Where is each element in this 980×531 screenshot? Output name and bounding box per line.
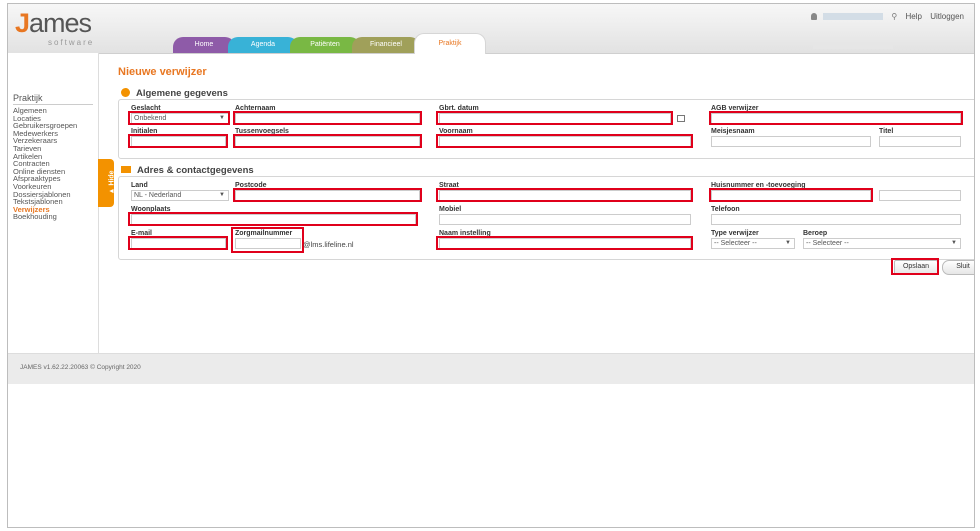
beroep-select[interactable]: -- Selecteer -- ▼ <box>803 238 961 249</box>
footer-copyright: JAMES v1.62.22.20063 © Copyright 2020 <box>20 364 141 371</box>
highlight-email <box>128 236 228 250</box>
titel-label: Titel <box>879 128 894 135</box>
type-verwijzer-select[interactable]: -- Selecteer -- ▼ <box>711 238 795 249</box>
highlight-geslacht <box>128 111 230 125</box>
highlight-postcode <box>233 188 422 202</box>
gear-icon <box>121 88 130 97</box>
user-bar: ⚲ Help Uitloggen <box>805 12 964 21</box>
logo-j: J <box>15 8 30 38</box>
envelope-icon <box>121 166 131 173</box>
mobiel-label: Mobiel <box>439 206 462 213</box>
land-label: Land <box>131 182 148 189</box>
titel-field[interactable] <box>879 136 961 147</box>
sidebar: Praktijk Algemeen Locaties Gebruikersgro… <box>8 53 99 353</box>
mobiel-field[interactable] <box>439 214 691 225</box>
highlight-tussenvoegsels <box>233 134 422 148</box>
hide-label: ▲ Hide <box>108 170 116 195</box>
chevron-down-icon: ▼ <box>785 240 791 246</box>
highlight-agb <box>709 111 963 125</box>
tab-patienten[interactable]: Patiënten <box>290 37 360 53</box>
meisjesnaam-field[interactable] <box>711 136 871 147</box>
zorgmail-suffix: @lms.lifeline.nl <box>303 240 354 249</box>
sidebar-item-boekhouding[interactable]: Boekhouding <box>13 213 77 221</box>
chevron-down-icon: ▼ <box>951 240 957 246</box>
main-content: Nieuwe verwijzer Algemene gegevens Gesla… <box>116 53 974 353</box>
tab-agenda[interactable]: Agenda <box>228 37 298 53</box>
chevron-down-icon: ▼ <box>219 192 225 198</box>
header: James software Home Agenda Patiënten Fin… <box>8 4 974 54</box>
tab-financieel[interactable]: Financieel <box>352 37 420 53</box>
hide-sidebar-tab[interactable]: ▲ Hide <box>98 159 116 207</box>
highlight-initialen <box>128 134 228 148</box>
highlight-gbrt <box>436 111 673 125</box>
calendar-icon[interactable] <box>677 115 685 122</box>
user-icon <box>811 13 818 21</box>
land-select[interactable]: NL - Nederland ▼ <box>131 190 229 201</box>
section-address-title: Adres & contactgegevens <box>121 165 254 176</box>
help-link[interactable]: Help <box>906 12 922 21</box>
sidebar-title: Praktijk <box>13 93 93 105</box>
close-button[interactable]: Sluit <box>942 260 974 275</box>
meisjesnaam-label: Meisjesnaam <box>711 128 755 135</box>
logo-subtitle: software <box>48 38 95 47</box>
highlight-achternaam <box>233 111 422 125</box>
highlight-straat <box>436 188 693 202</box>
logout-link[interactable]: Uitloggen <box>930 12 964 21</box>
telefoon-label: Telefoon <box>711 206 740 213</box>
address-box: Land NL - Nederland ▼ Postcode Straat Hui… <box>118 176 974 260</box>
highlight-huisnummer <box>709 188 873 202</box>
section-general-title: Algemene gegevens <box>121 88 228 99</box>
highlight-save <box>891 258 939 275</box>
type-verwijzer-label: Type verwijzer <box>711 230 759 237</box>
beroep-label: Beroep <box>803 230 828 237</box>
highlight-zorgmail <box>231 227 304 253</box>
telefoon-field[interactable] <box>711 214 961 225</box>
logo-text: ames <box>29 8 92 38</box>
toevoeging-field[interactable] <box>879 190 961 201</box>
highlight-woonplaats <box>128 212 418 226</box>
tab-praktijk[interactable]: Praktijk <box>414 33 486 54</box>
user-name-redacted <box>823 13 884 21</box>
page-title: Nieuwe verwijzer <box>118 66 207 78</box>
logo[interactable]: James software <box>15 8 95 48</box>
highlight-naam-instelling <box>436 236 693 250</box>
highlight-voornaam <box>436 134 693 148</box>
sidebar-menu: Algemeen Locaties Gebruikersgroepen Mede… <box>13 107 77 221</box>
redacted-bar <box>813 44 893 49</box>
general-box: Geslacht Onbekend ▼ Achternaam Gbrt. datu… <box>118 99 974 159</box>
tab-home[interactable]: Home <box>173 37 235 53</box>
footer: JAMES v1.62.22.20063 © Copyright 2020 <box>8 353 974 384</box>
search-icon[interactable]: ⚲ <box>891 12 897 21</box>
app-window: James software Home Agenda Patiënten Fin… <box>7 3 975 528</box>
